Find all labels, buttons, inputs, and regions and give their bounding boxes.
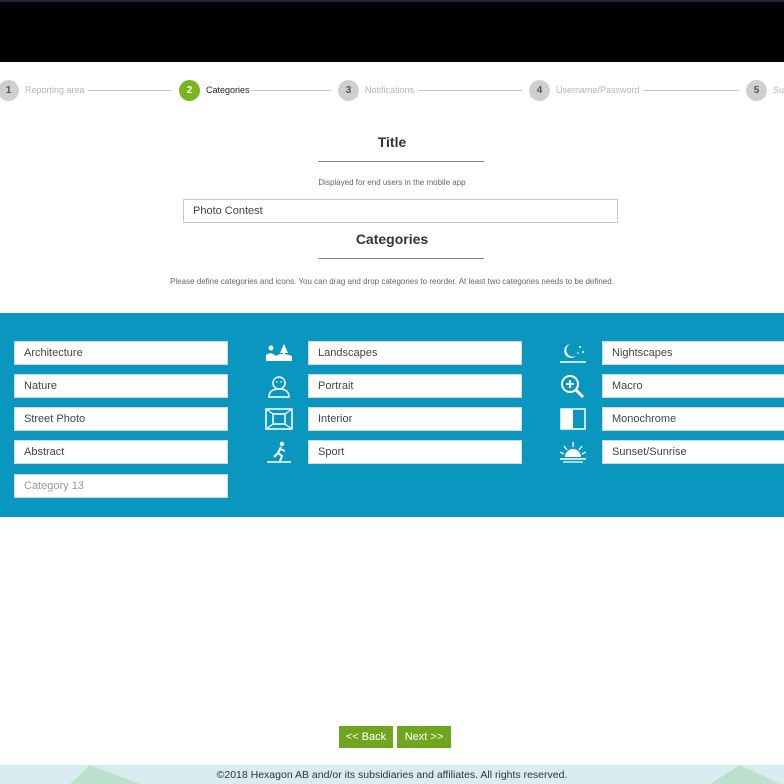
- step-5-circle[interactable]: 5: [746, 80, 767, 101]
- interior-icon[interactable]: [265, 407, 293, 431]
- step-connector: [88, 90, 172, 91]
- category-input-street-photo[interactable]: Street Photo: [14, 407, 228, 431]
- categories-divider: [318, 258, 484, 259]
- monochrome-icon[interactable]: [559, 407, 587, 431]
- title-divider: [318, 161, 484, 162]
- landscape-icon[interactable]: [265, 341, 293, 365]
- title-heading: Title: [377, 134, 407, 150]
- macro-icon[interactable]: [559, 374, 587, 398]
- categories-heading: Categories: [355, 231, 429, 247]
- category-input-landscapes[interactable]: Landscapes: [308, 341, 522, 365]
- night-icon[interactable]: [559, 341, 587, 365]
- categories-panel: Architecture Nature Street Photo Abstrac…: [0, 313, 784, 517]
- step-2-circle[interactable]: 2: [179, 80, 200, 101]
- footer: ©2018 Hexagon AB and/or its subsidiaries…: [0, 765, 784, 784]
- category-input-monochrome[interactable]: Monochrome: [602, 407, 784, 431]
- portrait-icon[interactable]: [265, 374, 293, 398]
- category-input-abstract[interactable]: Abstract: [14, 440, 228, 464]
- step-2-label[interactable]: Categories: [206, 85, 250, 95]
- category-input-new[interactable]: Category 13: [14, 474, 228, 498]
- title-hint: Displayed for end users in the mobile ap…: [318, 178, 466, 187]
- sport-icon[interactable]: [265, 440, 293, 464]
- back-button[interactable]: << Back: [339, 726, 393, 748]
- category-input-nature[interactable]: Nature: [14, 374, 228, 398]
- step-5-label[interactable]: Su: [773, 85, 784, 95]
- category-input-macro[interactable]: Macro: [602, 374, 784, 398]
- category-input-sunset-sunrise[interactable]: Sunset/Sunrise: [602, 440, 784, 464]
- category-input-portrait[interactable]: Portrait: [308, 374, 522, 398]
- step-connector: [643, 90, 739, 91]
- copyright-text: ©2018 Hexagon AB and/or its subsidiaries…: [216, 768, 568, 781]
- category-input-interior[interactable]: Interior: [308, 407, 522, 431]
- step-3-circle[interactable]: 3: [338, 80, 359, 101]
- categories-hint: Please define categories and icons. You …: [170, 277, 614, 286]
- step-connector: [418, 90, 522, 91]
- sunset-icon[interactable]: [559, 440, 587, 464]
- step-4-label[interactable]: Username/Password: [556, 85, 640, 95]
- step-1-label[interactable]: Reporting area: [25, 85, 85, 95]
- category-input-sport[interactable]: Sport: [308, 440, 522, 464]
- top-header-bar: [0, 0, 784, 62]
- wizard-steps: 1 Reporting area 2 Categories 3 Notifica…: [0, 80, 784, 102]
- step-4-circle[interactable]: 4: [529, 80, 550, 101]
- step-connector: [251, 90, 331, 91]
- next-button[interactable]: Next >>: [397, 726, 451, 748]
- step-1-circle[interactable]: 1: [0, 80, 19, 101]
- title-input[interactable]: Photo Contest: [183, 199, 618, 223]
- step-3-label[interactable]: Notifications: [365, 85, 414, 95]
- category-input-nightscapes[interactable]: Nightscapes: [602, 341, 784, 365]
- category-input-architecture[interactable]: Architecture: [14, 341, 228, 365]
